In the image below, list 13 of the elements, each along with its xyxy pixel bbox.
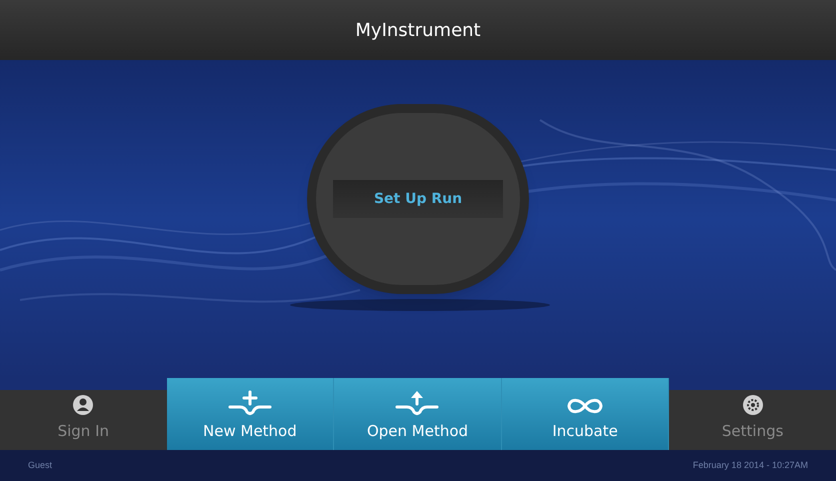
gear-icon [742, 394, 764, 416]
nav-button[interactable]: Incubate [502, 378, 670, 450]
user-name: Guest [28, 458, 52, 472]
set-up-run-button[interactable]: Set Up Run [333, 180, 503, 218]
date-time: February 18 2014 - 10:27AM [692, 458, 808, 472]
window-title: MyInstrument [355, 18, 481, 42]
nav-button[interactable]: Sign In [0, 390, 167, 450]
user-icon [72, 394, 94, 416]
nav-button[interactable]: Open Method [334, 378, 502, 450]
nav-button[interactable]: New Method [166, 378, 334, 450]
nav-button[interactable]: Settings [669, 390, 836, 450]
arrow-curve-icon [395, 390, 440, 416]
plus-curve-icon [228, 390, 272, 416]
